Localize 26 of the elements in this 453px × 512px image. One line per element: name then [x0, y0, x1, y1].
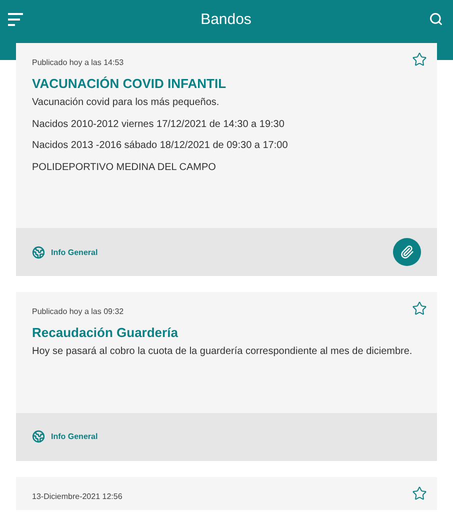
favorite-button[interactable]: [412, 301, 427, 316]
notice-text: Nacidos 2010-2012 viernes 17/12/2021 de 14:30 a 19:30: [32, 118, 286, 131]
publish-date: Publicado hoy a las 09:32: [32, 307, 125, 316]
paperclip-icon: [400, 245, 414, 259]
notice-text: Hoy se pasará al cobro la cuota de la guardería correspondiente al mes de diciembre.: [32, 346, 414, 358]
search-button[interactable]: [429, 12, 443, 26]
notice-card[interactable]: [16, 43, 437, 276]
notice-text: Vacunación covid para los más pequeños.: [32, 97, 220, 110]
globe-icon: [32, 246, 45, 258]
notice-title: VACUNACIÓN COVID INFANTIL: [32, 76, 228, 91]
app-title: Bandos: [200, 10, 252, 28]
globe-icon: [32, 430, 45, 443]
attachment-button[interactable]: [393, 238, 421, 266]
notice-text: POLIDEPORTIVO MEDINA DEL CAMPO: [32, 162, 217, 174]
publish-date: 13-Diciembre-2021 12:56: [32, 492, 124, 500]
publish-date: Publicado hoy a las 14:53: [32, 58, 125, 67]
notice-title: Recaudación Guardería: [32, 325, 179, 340]
notice-card[interactable]: Publicado hoy a las 09:32 Recaudación Guardería Hoy se pasará al cobro la cuota de la guardería correspondiente al mes de diciembre. Info General: [16, 292, 437, 460]
menu-icon: [8, 12, 23, 26]
category-label: Info General: [51, 248, 98, 256]
category-label: Info General: [51, 432, 98, 441]
notice-card[interactable]: 13-Diciembre-2021 12:56: [16, 476, 437, 510]
favorite-button[interactable]: [412, 52, 427, 67]
notice-text: Nacidos 2013 -2016 sábado 18/12/2021 de 09:30 a 17:00: [32, 140, 289, 152]
favorite-button[interactable]: [412, 486, 427, 500]
menu-button[interactable]: [8, 12, 23, 26]
